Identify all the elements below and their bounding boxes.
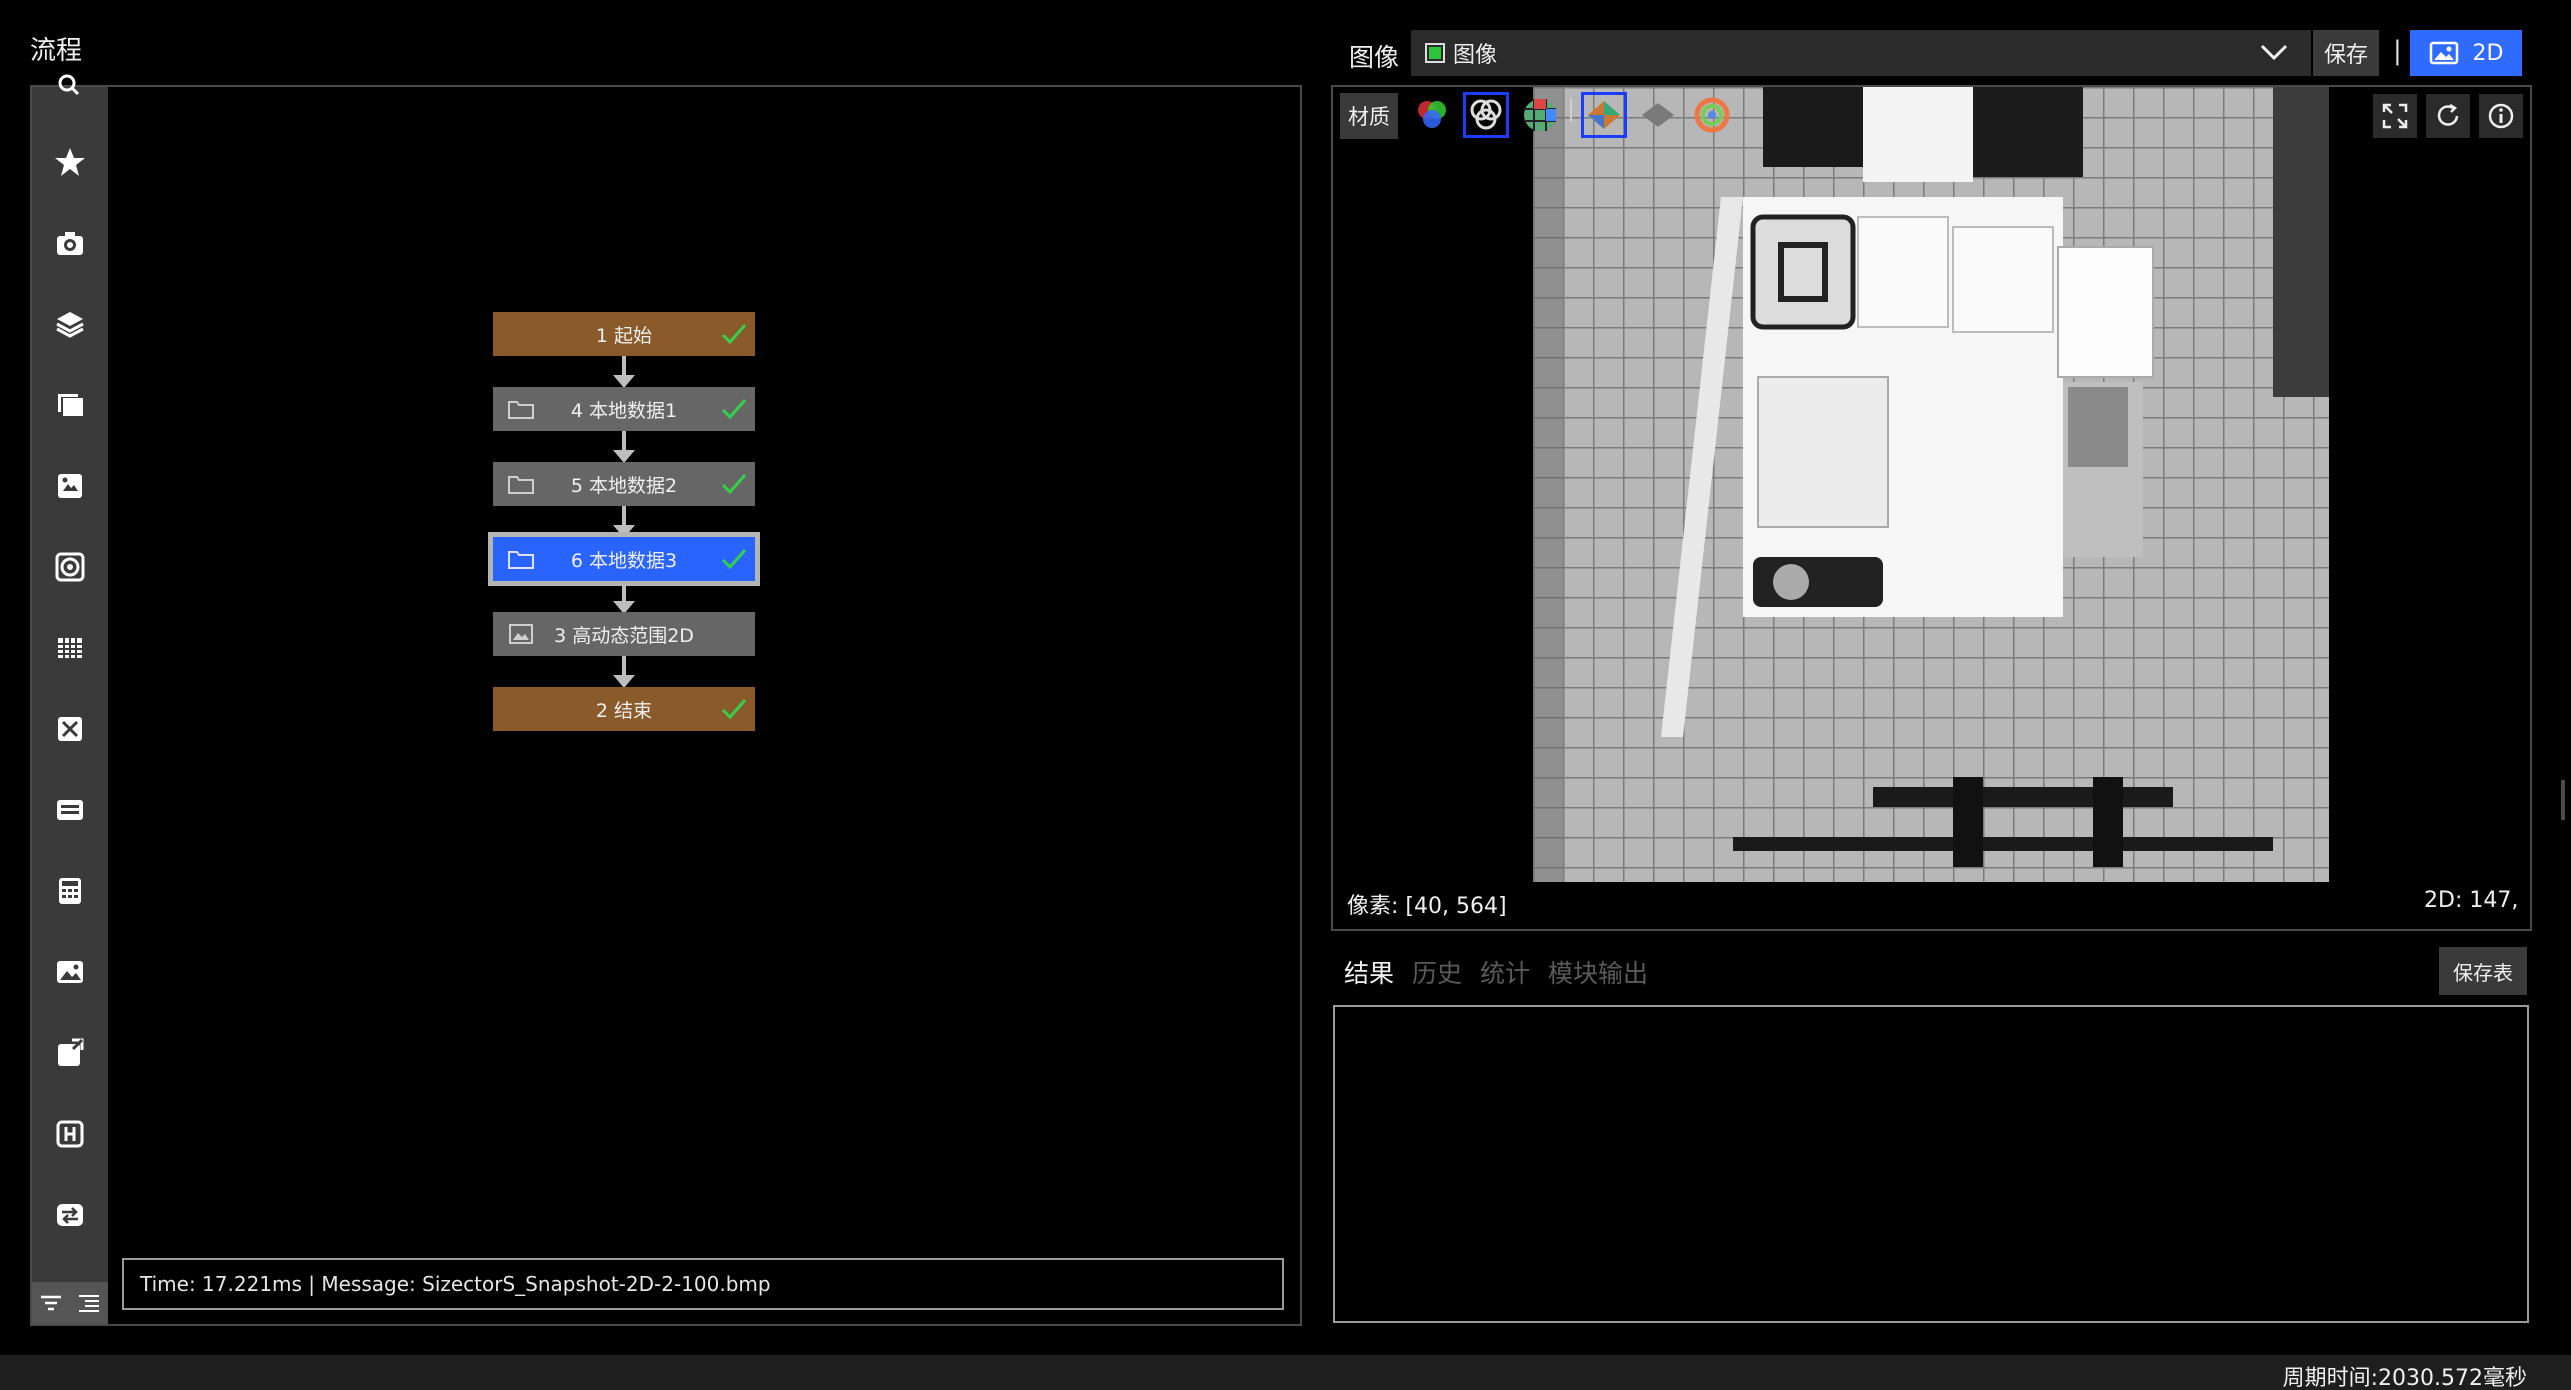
toolbar-footer (32, 1282, 108, 1324)
search-icon[interactable] (32, 69, 108, 109)
status-bar (0, 1355, 2571, 1390)
window-edge-handle[interactable] (2561, 780, 2565, 820)
chevron-down-icon (2260, 44, 2288, 61)
camera-image[interactable] (1533, 87, 2329, 882)
image-color-swatch (1425, 43, 1445, 63)
folder-icon (508, 476, 534, 494)
flow-node-end[interactable]: 2 结束 (493, 687, 755, 731)
check-icon (721, 699, 747, 720)
star-icon[interactable] (32, 132, 108, 192)
frames-icon[interactable] (32, 375, 108, 435)
image-label: 图像 (1349, 43, 1400, 72)
color-wheel-icon[interactable] (1692, 95, 1732, 135)
check-icon (721, 324, 747, 345)
results-table[interactable] (1333, 1005, 2529, 1323)
mode-2d-button[interactable]: 2D (2410, 30, 2522, 76)
image-select-value: 图像 (1453, 43, 1498, 68)
flow-node-hdr-2d[interactable]: 3 高动态范围2D (493, 612, 755, 656)
fullscreen-icon[interactable] (2373, 94, 2417, 138)
camera-icon[interactable] (32, 213, 108, 273)
export-icon[interactable] (32, 1023, 108, 1083)
list-icon[interactable] (76, 1292, 102, 1314)
flow-node-label: 5 本地数据2 (570, 474, 678, 497)
rgb-channels-icon[interactable] (1412, 95, 1452, 135)
status-message: Time: 17.221ms | Message: SizectorS_Snap… (122, 1258, 1284, 1310)
grid-icon[interactable] (32, 618, 108, 678)
folder-icon (508, 551, 534, 569)
pixel-value-readout: 2D: 147, (2424, 888, 2519, 913)
flow-node-local-data-2[interactable]: 5 本地数据2 (493, 462, 755, 506)
flow-node-label: 6 本地数据3 (570, 549, 678, 572)
flow-node-local-data-3[interactable]: 6 本地数据3 (488, 532, 760, 586)
check-icon (721, 399, 747, 420)
info-icon[interactable] (2479, 94, 2523, 138)
image-icon (2429, 41, 2458, 65)
toolbar-separator: | (2393, 36, 2402, 66)
image-source-select[interactable]: 图像 (1411, 30, 2311, 76)
mono-channels-icon[interactable] (1463, 92, 1509, 138)
tab-history[interactable]: 历史 (1412, 954, 1462, 990)
flow-toolbar (32, 74, 108, 1324)
save-table-button[interactable]: 保存表 (2439, 947, 2527, 995)
filter-icon[interactable] (38, 1292, 64, 1314)
transfer-icon[interactable] (32, 1185, 108, 1245)
layers-icon[interactable] (32, 294, 108, 354)
results-tabs: 结果 历史 统计 模块输出 (1344, 954, 1648, 990)
calculator-icon[interactable] (32, 861, 108, 921)
surface-mono-icon[interactable] (1638, 95, 1678, 135)
refresh-icon[interactable] (2426, 94, 2470, 138)
pixel-coordinate-readout: 像素: [40, 564] (1347, 894, 1507, 919)
picture-icon[interactable] (32, 942, 108, 1002)
flow-node-label: 1 起始 (595, 324, 653, 347)
tab-statistics[interactable]: 统计 (1480, 954, 1530, 990)
check-icon (721, 474, 747, 495)
flow-node-label: 3 高动态范围2D (554, 624, 694, 647)
folder-icon (508, 401, 534, 419)
color-grid-icon[interactable] (1520, 95, 1560, 135)
flow-node-local-data-1[interactable]: 4 本地数据1 (493, 387, 755, 431)
image-edit-icon[interactable] (32, 456, 108, 516)
flow-node-label: 4 本地数据1 (570, 399, 678, 422)
target-icon[interactable] (32, 537, 108, 597)
image-icon (509, 624, 533, 644)
save-button[interactable]: 保存 (2313, 30, 2379, 76)
mode-label: 2D (2472, 40, 2504, 66)
tab-results[interactable]: 结果 (1344, 954, 1394, 990)
crop-icon[interactable] (32, 699, 108, 759)
flow-title: 流程 (30, 36, 83, 66)
check-icon (721, 549, 747, 570)
flow-node-start[interactable]: 1 起始 (493, 312, 755, 356)
flow-node-label: 2 结束 (595, 699, 653, 722)
cycle-time: 周期时间:2030.572毫秒 (2282, 1366, 2527, 1390)
viewer-toolbar-separator (1570, 98, 1572, 122)
keyboard-icon[interactable] (32, 780, 108, 840)
bracket-icon[interactable] (32, 1104, 108, 1164)
material-button[interactable]: 材质 (1340, 93, 1398, 139)
surface-3d-icon[interactable] (1581, 92, 1627, 138)
tab-module-output[interactable]: 模块输出 (1548, 954, 1648, 990)
